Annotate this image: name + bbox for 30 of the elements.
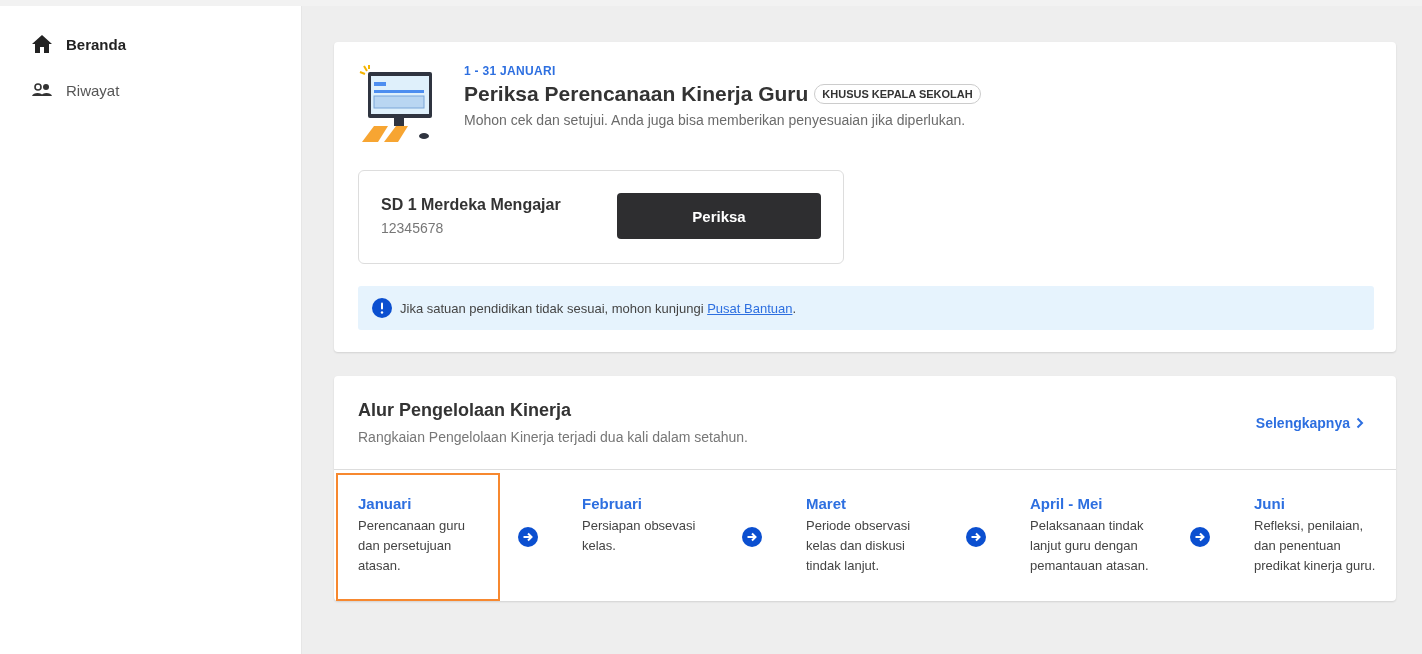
- step-description: Refleksi, penilaian, dan penentuan predikat kinerja guru.: [1254, 517, 1377, 575]
- step-description: Perencanaan guru dan persetujuan atasan.: [358, 517, 466, 575]
- notice-text: Jika satuan pendidikan tidak sesuai, mohon kunjungi Pusat Bantuan.: [400, 300, 797, 316]
- step-month: Februari: [582, 495, 643, 512]
- people-icon: [32, 83, 52, 97]
- chevron-right-icon: [1356, 416, 1364, 429]
- home-icon: [32, 35, 52, 53]
- step-month: Juni: [1254, 495, 1286, 512]
- step-description: Pelaksanaan tindak lanjut guru dengan pemantauan atasan.: [1030, 517, 1150, 575]
- arrow-right-icon: [1190, 527, 1210, 547]
- step-month: Januari: [358, 495, 413, 512]
- section-subtitle: Rangkaian Pengelolaan Kinerja terjadi dua kali dalam setahun.: [358, 429, 748, 445]
- section-title: Alur Pengelolaan Kinerja: [358, 400, 573, 421]
- step-month: Maret: [806, 495, 847, 512]
- sidebar-item[interactable]: Beranda: [32, 32, 301, 56]
- arrow-right-icon: [742, 527, 762, 547]
- arrow-right-icon: [966, 527, 986, 547]
- step-description: Persiapan obsevasi kelas.: [582, 517, 697, 555]
- school-name: SD 1 Merdeka Mengajar: [381, 196, 561, 214]
- step-month: April - Mei: [1030, 495, 1104, 512]
- info-icon: [372, 298, 392, 318]
- more-link[interactable]: Selengkapnya: [1255, 414, 1364, 431]
- school-code: 12345678: [381, 220, 445, 236]
- date-range: 1 - 31 JANUARI: [464, 64, 557, 78]
- review-button[interactable]: Periksa: [617, 193, 821, 239]
- card-description: Mohon cek dan setujui. Anda juga bisa memberikan penyesuaian jika diperlukan.: [464, 112, 967, 128]
- step-description: Periode observasi kelas dan diskusi tindak lanjut.: [806, 517, 912, 575]
- card-title: Periksa Perencanaan Kinerja Guru: [464, 82, 809, 106]
- arrow-right-icon: [518, 527, 538, 547]
- sidebar-item[interactable]: Riwayat: [32, 78, 301, 102]
